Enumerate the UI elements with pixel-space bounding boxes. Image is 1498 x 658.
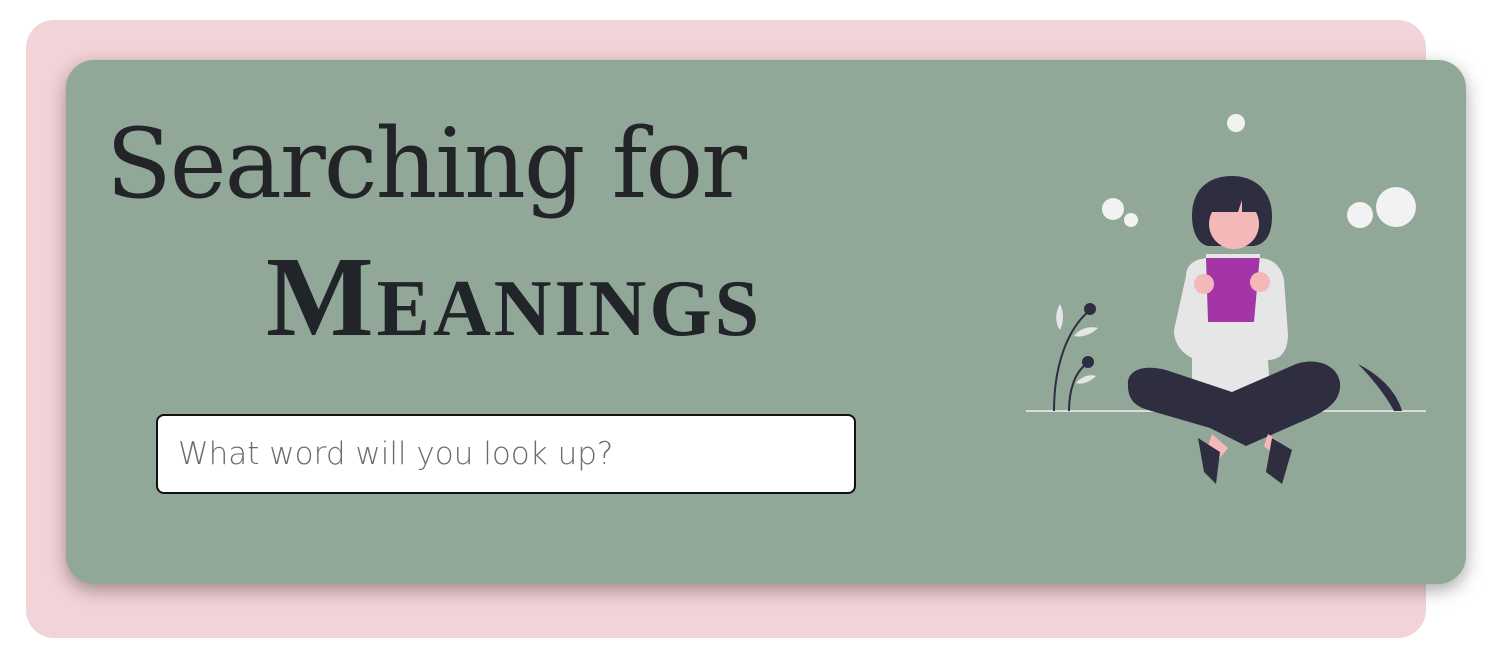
plant-leaf [1074, 327, 1098, 337]
plant-leaf [1056, 304, 1063, 330]
hand [1250, 272, 1270, 292]
bubble [1124, 213, 1138, 227]
leaf-right [1358, 364, 1402, 411]
bubble [1376, 187, 1416, 227]
bubble [1102, 198, 1124, 220]
plant-stem [1068, 362, 1089, 412]
plant-bud [1082, 356, 1094, 368]
plant-bud [1084, 303, 1096, 315]
book-page-edge [1206, 254, 1260, 258]
book [1206, 254, 1260, 322]
bubble [1227, 114, 1245, 132]
hand [1194, 274, 1214, 294]
woman-reading-book-illustration [1026, 114, 1426, 484]
bubble [1347, 202, 1373, 228]
plant-leaf [1076, 375, 1096, 384]
footer-peek [598, 646, 958, 658]
page-title-emphasis: Meanings [266, 233, 763, 360]
page-title: Searching for [106, 108, 747, 220]
search-input[interactable] [156, 414, 856, 494]
